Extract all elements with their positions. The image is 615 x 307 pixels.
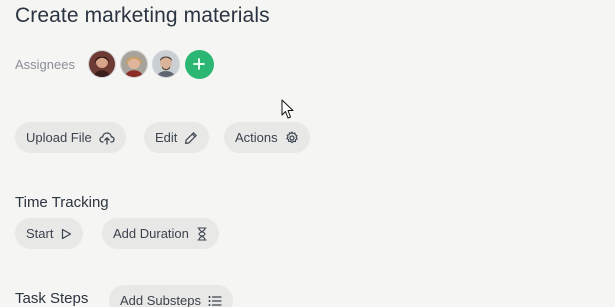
pencil-icon [185,131,198,144]
upload-file-button[interactable]: Upload File [15,122,126,153]
edit-label: Edit [155,130,178,145]
add-duration-button[interactable]: Add Duration [102,218,219,249]
task-steps-title: Task Steps [15,290,89,307]
list-icon [208,295,222,306]
add-assignee-button[interactable] [184,49,214,79]
avatar[interactable] [151,50,180,78]
play-icon [62,228,72,239]
page-title: Create marketing materials [15,4,270,27]
start-label: Start [26,226,54,241]
gear-icon [285,130,298,143]
time-tracking-title: Time Tracking [15,194,109,211]
start-timer-button[interactable]: Start [15,218,84,249]
edit-button[interactable]: Edit [144,122,210,153]
assignees-row: Assignees [15,49,214,79]
add-duration-label: Add Duration [113,226,189,241]
upload-file-label: Upload File [26,130,92,145]
plus-icon [193,58,206,70]
cloud-upload-icon [99,131,115,145]
actions-label: Actions [235,130,278,145]
mouse-cursor-icon [281,99,294,119]
avatar[interactable] [119,50,148,78]
assignees-label: Assignees [15,56,75,72]
actions-button[interactable]: Actions [224,122,310,153]
task-detail-page: Create marketing materials Assignees Upl… [0,0,615,307]
add-substeps-button[interactable]: Add Substeps [109,285,233,307]
hourglass-icon [197,226,207,241]
avatar[interactable] [87,50,116,78]
add-substeps-label: Add Substeps [120,293,201,307]
